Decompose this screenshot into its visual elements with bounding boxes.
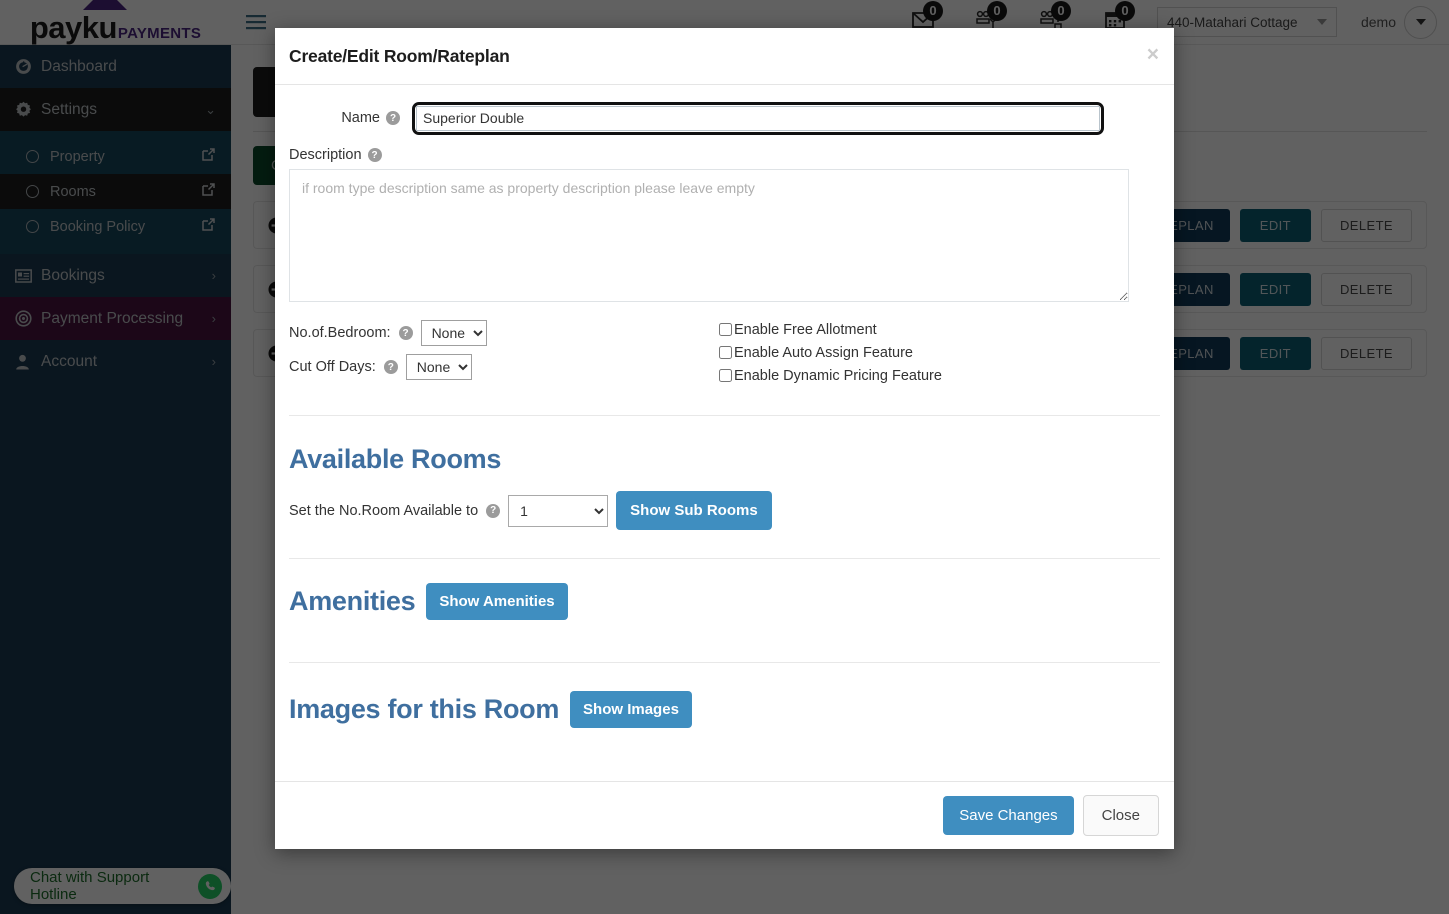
auto-assign-checkbox-row: Enable Auto Assign Feature	[719, 341, 942, 364]
create-edit-room-modal: Create/Edit Room/Rateplan × Name? Descri…	[275, 28, 1174, 849]
room-count-select[interactable]: 1	[508, 494, 609, 527]
help-question-icon[interactable]: ?	[386, 111, 400, 126]
room-options-row: No.of.Bedroom: ? None Cut Off Days: ? No…	[289, 316, 1160, 387]
modal-title: Create/Edit Room/Rateplan	[289, 45, 510, 66]
name-input-focus-ring	[412, 101, 1104, 135]
name-label-group: Name?	[289, 110, 412, 126]
help-question-icon[interactable]: ?	[486, 503, 501, 518]
cutoff-label: Cut Off Days:	[289, 359, 376, 375]
bedroom-label: No.of.Bedroom:	[289, 325, 391, 341]
images-title: Images for this Room	[289, 694, 560, 724]
set-room-available-label: Set the No.Room Available to	[289, 502, 479, 519]
description-textarea[interactable]	[289, 169, 1129, 302]
auto-assign-label[interactable]: Enable Auto Assign Feature	[734, 345, 913, 361]
free-allotment-checkbox-row: Enable Free Allotment	[719, 318, 942, 341]
cutoff-field-row: Cut Off Days: ? None	[289, 350, 719, 384]
show-images-button[interactable]: Show Images	[570, 691, 692, 728]
close-icon[interactable]: ×	[1147, 44, 1159, 65]
auto-assign-checkbox[interactable]	[719, 346, 732, 359]
free-allotment-label[interactable]: Enable Free Allotment	[734, 322, 877, 338]
amenities-heading: Amenities Show Amenities	[289, 583, 1160, 620]
close-modal-button[interactable]: Close	[1082, 795, 1159, 836]
help-question-icon[interactable]: ?	[383, 360, 398, 374]
name-input[interactable]	[416, 105, 1100, 131]
available-rooms-title: Available Rooms	[289, 444, 502, 474]
modal-footer: Save Changes Close	[275, 781, 1174, 849]
description-label-group: Description?	[289, 147, 1160, 163]
name-label: Name	[341, 110, 380, 126]
description-label: Description	[289, 147, 362, 163]
images-heading: Images for this Room Show Images	[289, 691, 1160, 728]
amenities-section: Amenities Show Amenities	[275, 559, 1174, 620]
available-rooms-heading: Available Rooms	[289, 444, 1160, 475]
show-amenities-button[interactable]: Show Amenities	[426, 583, 568, 620]
help-question-icon[interactable]: ?	[367, 148, 382, 163]
cutoff-days-select[interactable]: None	[405, 354, 472, 380]
save-changes-button[interactable]: Save Changes	[943, 796, 1074, 835]
bedroom-select[interactable]: None	[420, 320, 487, 346]
free-allotment-checkbox[interactable]	[719, 323, 732, 336]
available-rooms-control-row: Set the No.Room Available to ? 1 Show Su…	[289, 491, 1160, 530]
images-section: Images for this Room Show Images	[275, 663, 1174, 728]
available-rooms-section: Available Rooms Set the No.Room Availabl…	[275, 416, 1174, 530]
dynamic-pricing-checkbox-row: Enable Dynamic Pricing Feature	[719, 364, 942, 387]
help-question-icon[interactable]: ?	[398, 326, 413, 340]
feature-checkbox-group: Enable Free Allotment Enable Auto Assign…	[719, 316, 942, 387]
show-sub-rooms-button[interactable]: Show Sub Rooms	[616, 491, 772, 530]
dynamic-pricing-checkbox[interactable]	[719, 369, 732, 382]
dynamic-pricing-label[interactable]: Enable Dynamic Pricing Feature	[734, 368, 942, 384]
amenities-title: Amenities	[289, 586, 416, 616]
name-field-row: Name?	[289, 101, 1160, 135]
modal-header: Create/Edit Room/Rateplan ×	[275, 28, 1174, 85]
room-options-left: No.of.Bedroom: ? None Cut Off Days: ? No…	[289, 316, 719, 387]
modal-body: Name? Description? No.of.Bedroom: ? None	[275, 85, 1174, 387]
bedroom-field-row: No.of.Bedroom: ? None	[289, 316, 719, 350]
